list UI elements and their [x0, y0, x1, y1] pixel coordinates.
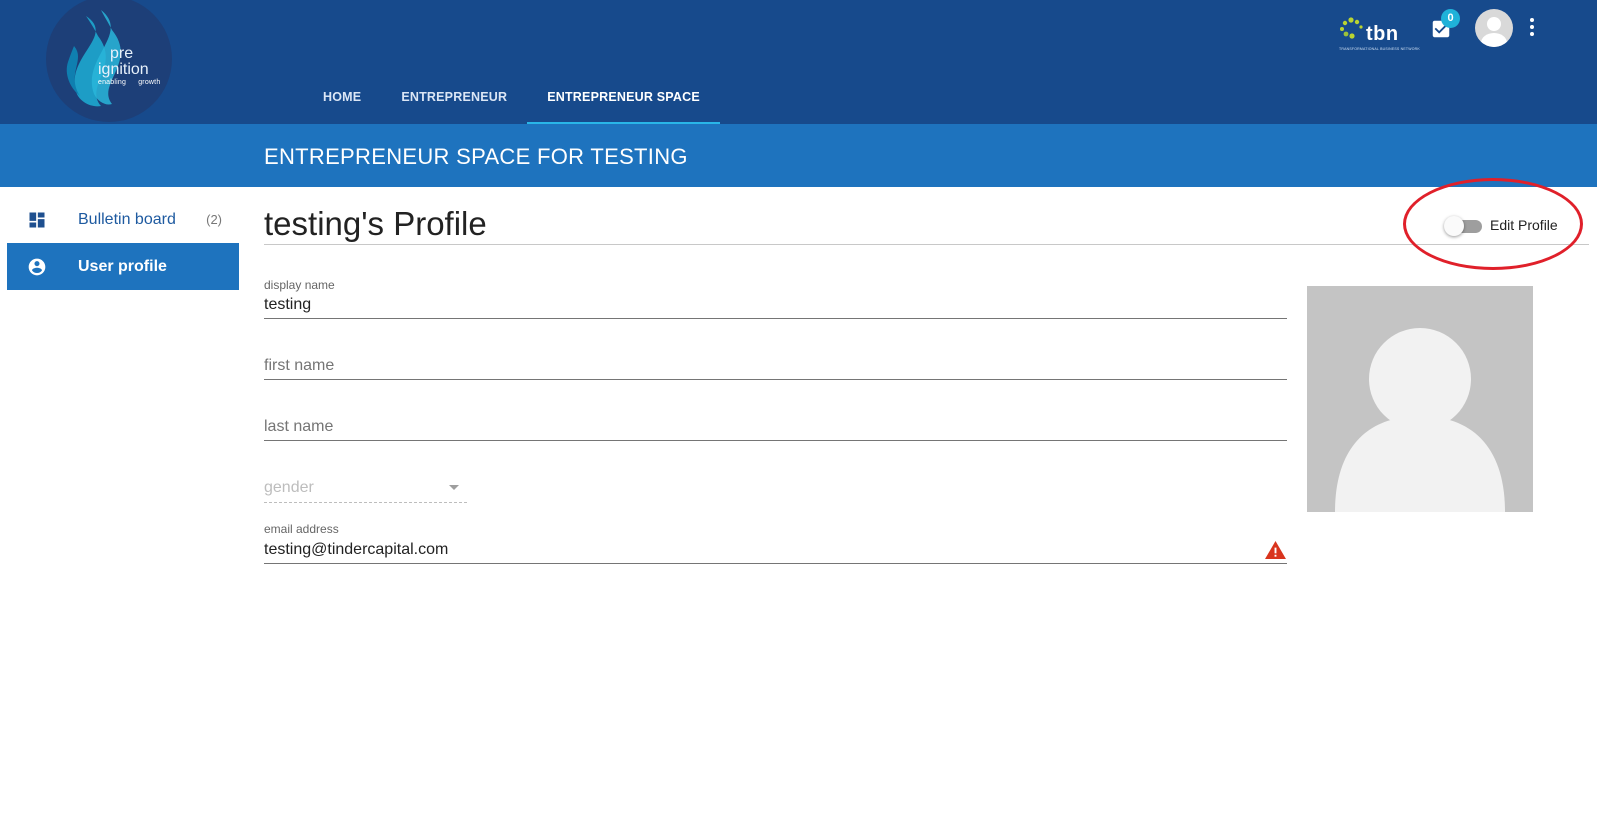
display-name-field[interactable]: display name testing [264, 277, 1287, 319]
tbn-logo-subtext: TRANSFORMATIONAL BUSINESS NETWORK [1339, 47, 1420, 51]
more-vertical-icon[interactable] [1524, 16, 1540, 40]
first-name-placeholder: first name [264, 357, 335, 374]
logo-text-ignition: ignition [98, 61, 149, 78]
title-divider [264, 244, 1589, 245]
email-label: email address [264, 522, 339, 536]
user-avatar[interactable] [1475, 9, 1513, 47]
edit-profile-label: Edit Profile [1490, 217, 1558, 233]
account-circle-icon [1481, 17, 1507, 47]
first-name-field[interactable]: first name [264, 354, 1287, 380]
sidebar-item-bulletin-board[interactable]: Bulletin board (2) [7, 196, 239, 243]
sidebar-item-label: Bulletin board [78, 210, 176, 228]
chevron-down-icon [449, 485, 459, 490]
account-circle-icon [28, 258, 46, 276]
tbn-logo: tbn TRANSFORMATIONAL BUSINESS NETWORK [1337, 16, 1420, 54]
toggle-knob [1444, 216, 1464, 236]
profile-photo[interactable] [1307, 286, 1533, 512]
email-field[interactable]: email address testing@tindercapital.com [264, 521, 1287, 565]
top-app-bar: pre ignition enabling growth HOME ENTREP… [0, 0, 1597, 124]
default-avatar-silhouette [1335, 328, 1505, 512]
page-title: testing's Profile [264, 205, 487, 242]
nav-entrepreneur[interactable]: ENTREPRENEUR [381, 70, 527, 124]
sidebar-item-user-profile[interactable]: User profile [7, 243, 239, 290]
edit-profile-toggle[interactable] [1444, 216, 1482, 236]
field-underline [264, 440, 1287, 441]
main-nav: HOME ENTREPRENEUR ENTREPRENEUR SPACE [303, 70, 720, 124]
field-underline [264, 379, 1287, 380]
field-underline [264, 502, 467, 503]
sidebar-item-label: User profile [78, 257, 167, 275]
tbn-dots-icon [1340, 17, 1363, 39]
sidebar-item-count: (2) [206, 212, 222, 227]
space-title-band [0, 124, 1597, 187]
pre-ignition-logo[interactable]: pre ignition enabling growth [46, 0, 172, 122]
notification-count-badge: 0 [1441, 9, 1460, 28]
field-underline [264, 563, 1287, 564]
field-underline [264, 318, 1287, 319]
nav-entrepreneur-space[interactable]: ENTREPRENEUR SPACE [527, 70, 720, 124]
nav-home[interactable]: HOME [303, 70, 381, 124]
display-name-label: display name [264, 278, 335, 292]
gender-select[interactable]: gender [264, 476, 467, 503]
logo-tagline: enabling growth [98, 79, 161, 86]
last-name-field[interactable]: last name [264, 415, 1287, 441]
warning-triangle-icon [1265, 540, 1286, 560]
email-value[interactable]: testing@tindercapital.com [264, 541, 448, 559]
display-name-value[interactable]: testing [264, 296, 311, 314]
space-title: ENTREPRENEUR SPACE FOR TESTING [264, 144, 688, 169]
last-name-placeholder: last name [264, 418, 334, 435]
gender-placeholder: gender [264, 479, 314, 496]
dashboard-icon [29, 212, 45, 228]
logo-text-pre: pre [110, 45, 134, 62]
tbn-logo-text: tbn [1366, 23, 1399, 45]
